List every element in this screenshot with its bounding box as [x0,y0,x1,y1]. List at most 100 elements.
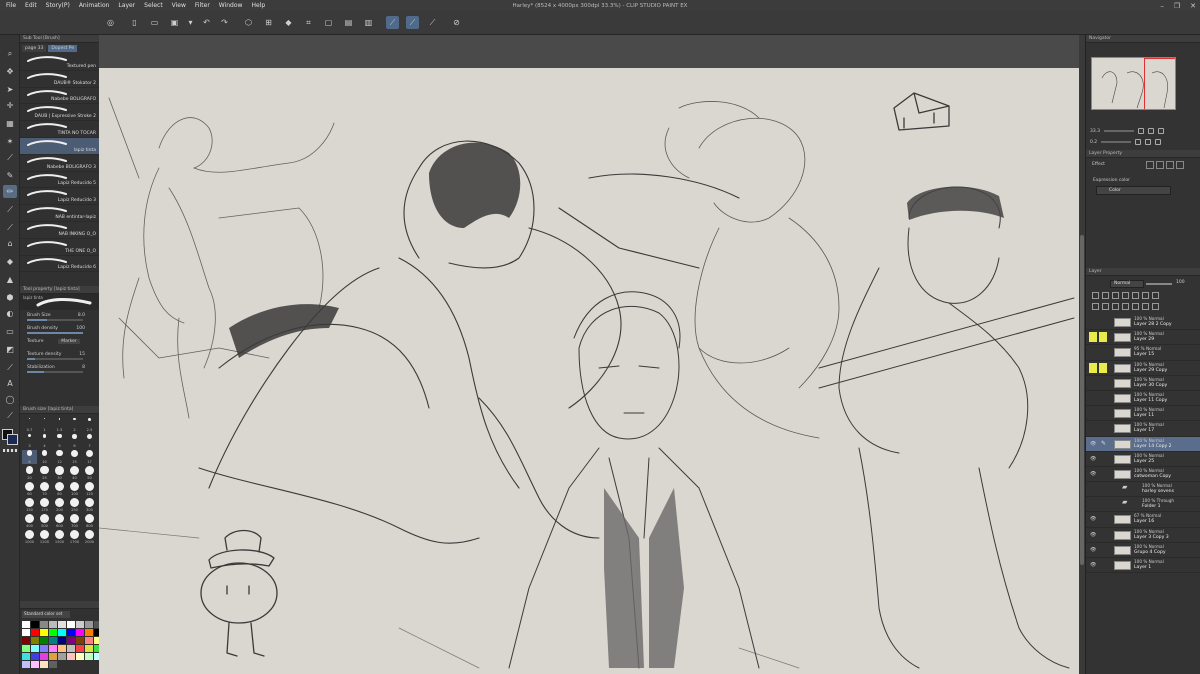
layer-row[interactable]: 👁 100 % Normal Grupo 4 Copy [1086,543,1200,558]
color-swatch[interactable] [40,637,48,644]
color-swatch[interactable] [67,645,75,652]
effect-color-icon[interactable] [1166,161,1174,169]
app-logo-icon[interactable]: ◎ [104,16,117,29]
menu-help[interactable]: Help [251,2,265,9]
figure-tool-icon[interactable]: ▭ [3,325,17,338]
menu-story[interactable]: Story(P) [46,2,70,9]
move-tool-icon[interactable]: ✥ [3,65,17,78]
brush-size-option[interactable]: 1700 [67,530,82,544]
select-lasso-icon[interactable]: ⬡ [242,16,255,29]
eye-icon[interactable]: 👁 [1090,532,1096,538]
flip-icon[interactable] [1155,139,1162,145]
color-swatch[interactable] [31,645,39,652]
menu-window[interactable]: Window [219,2,243,9]
layer-row[interactable]: 100 % Normal Layer 11 [1086,406,1200,422]
blend-tool-icon[interactable]: ▲ [3,273,17,286]
stabilization-value[interactable]: 8 [65,365,85,370]
new-layer-icon[interactable] [1092,292,1099,299]
color-swatch[interactable] [76,653,84,660]
snap-grid-icon[interactable]: ⟋ [426,16,439,29]
color-swatch[interactable] [85,621,93,628]
chevron-down-icon[interactable]: ▾ [184,16,197,29]
eyedropper-tool-icon[interactable]: ⟋ [3,151,17,164]
layer-row[interactable]: ▰ 100 % Normal harley sevens [1086,482,1200,498]
brush-size-option[interactable]: 15 [67,450,82,464]
layer-row[interactable]: 100 % Normal Layer 30 Copy [1086,376,1200,391]
menu-select[interactable]: Select [144,2,163,9]
menu-file[interactable]: File [6,2,16,9]
color-swatch[interactable] [40,621,48,628]
brush-size-option[interactable]: 1 [37,418,52,432]
brush-size-option[interactable]: 400 [22,514,37,528]
brush-item[interactable]: Lapiz Reducido 5 [20,172,99,189]
brush-size-option[interactable]: 250 [67,498,82,512]
brush-size-option[interactable]: 800 [82,514,97,528]
color-swatch[interactable] [40,629,48,636]
brush-size-option[interactable]: 500 [37,514,52,528]
menu-edit[interactable]: Edit [25,2,37,9]
eraser-tool-icon[interactable]: ◆ [3,255,17,268]
brush-size-option[interactable]: 1200 [37,530,52,544]
color-swatch[interactable] [85,629,93,636]
color-swatch[interactable] [49,621,57,628]
delete-layer-icon[interactable] [1152,303,1159,310]
brush-size-option[interactable]: 1500 [52,530,67,544]
brush-item[interactable]: Textured pen [20,54,99,71]
expression-color-select[interactable]: Color [1096,186,1171,195]
frame-tool-icon[interactable]: ◩ [3,343,17,356]
brush-size-row[interactable]: Brush Size 8.0 [20,310,99,323]
color-swatch[interactable] [49,653,57,660]
layer-color-mark[interactable] [1099,362,1107,373]
rotate-left-icon[interactable] [1135,139,1142,145]
minimize-icon[interactable]: – [1160,2,1164,10]
zoom-out-icon[interactable] [1138,128,1145,134]
restore-icon[interactable]: ❐ [1174,2,1180,10]
blend-mode-select[interactable]: Normal [1110,280,1144,288]
brush-item[interactable]: lapiz tinta [20,137,99,155]
eye-icon[interactable]: 👁 [1090,516,1096,522]
color-swatch[interactable] [58,621,66,628]
airbrush-tool-icon[interactable]: ⟋ [3,221,17,234]
brush-item[interactable]: Nabebe BOLIGRAFO [20,88,99,105]
brush-size-option[interactable]: 120 [82,482,97,496]
brush-size-option[interactable]: 200 [52,498,67,512]
brush-size-option[interactable]: 17 [82,450,97,464]
angle-value[interactable]: 0.2 [1090,140,1097,145]
eye-icon[interactable]: 👁 [1090,562,1096,568]
reference-icon[interactable] [1112,292,1119,299]
redo-icon[interactable]: ↷ [218,16,231,29]
color-swatch[interactable] [22,645,30,652]
merge-down-icon[interactable] [1132,303,1139,310]
tab-page-33[interactable]: page 33 [22,45,47,52]
brush-size-option[interactable]: 8 [22,450,37,464]
brush-size-option[interactable]: 12 [52,450,67,464]
fill-tool-icon[interactable]: ⬢ [3,291,17,304]
color-swatch[interactable] [67,629,75,636]
new-vector-icon[interactable] [1102,303,1109,310]
canvas-area[interactable] [99,35,1085,674]
clear-icon[interactable]: ▥ [362,16,375,29]
brush-density-slider[interactable] [27,332,83,334]
color-swatch[interactable] [22,621,30,628]
clip-layer-icon[interactable] [1102,292,1109,299]
brush-item[interactable]: NAB entintar-lapiz [20,205,99,222]
color-swatch[interactable] [31,621,39,628]
brush-item[interactable]: NAB INKING O_O [20,222,99,239]
balloon-tool-icon[interactable]: ◯ [3,393,17,406]
color-swatch[interactable] [58,645,66,652]
layer-row[interactable]: 95 % Normal Layer 15 [1086,345,1200,361]
brush-item[interactable]: DAUB | Expressive Stroke 2 [20,104,99,122]
opacity-slider[interactable] [1146,283,1172,285]
color-swatch[interactable] [22,661,30,668]
correct-line-tool-icon[interactable]: ⟋ [3,409,17,422]
undo-icon[interactable]: ↶ [200,16,213,29]
layer-row[interactable]: 👁 100 % Normal Layer 1 [1086,558,1200,574]
color-swatch[interactable] [49,629,57,636]
color-swatch[interactable] [76,621,84,628]
crop-icon[interactable]: ⌗ [302,16,315,29]
brush-size-option[interactable]: 1000 [22,530,37,544]
color-swatch[interactable] [58,629,66,636]
transparent-color-icon[interactable] [3,449,17,452]
brush-density-row[interactable]: Brush density 100 [20,323,99,336]
layer-color-mark[interactable] [1089,332,1097,343]
